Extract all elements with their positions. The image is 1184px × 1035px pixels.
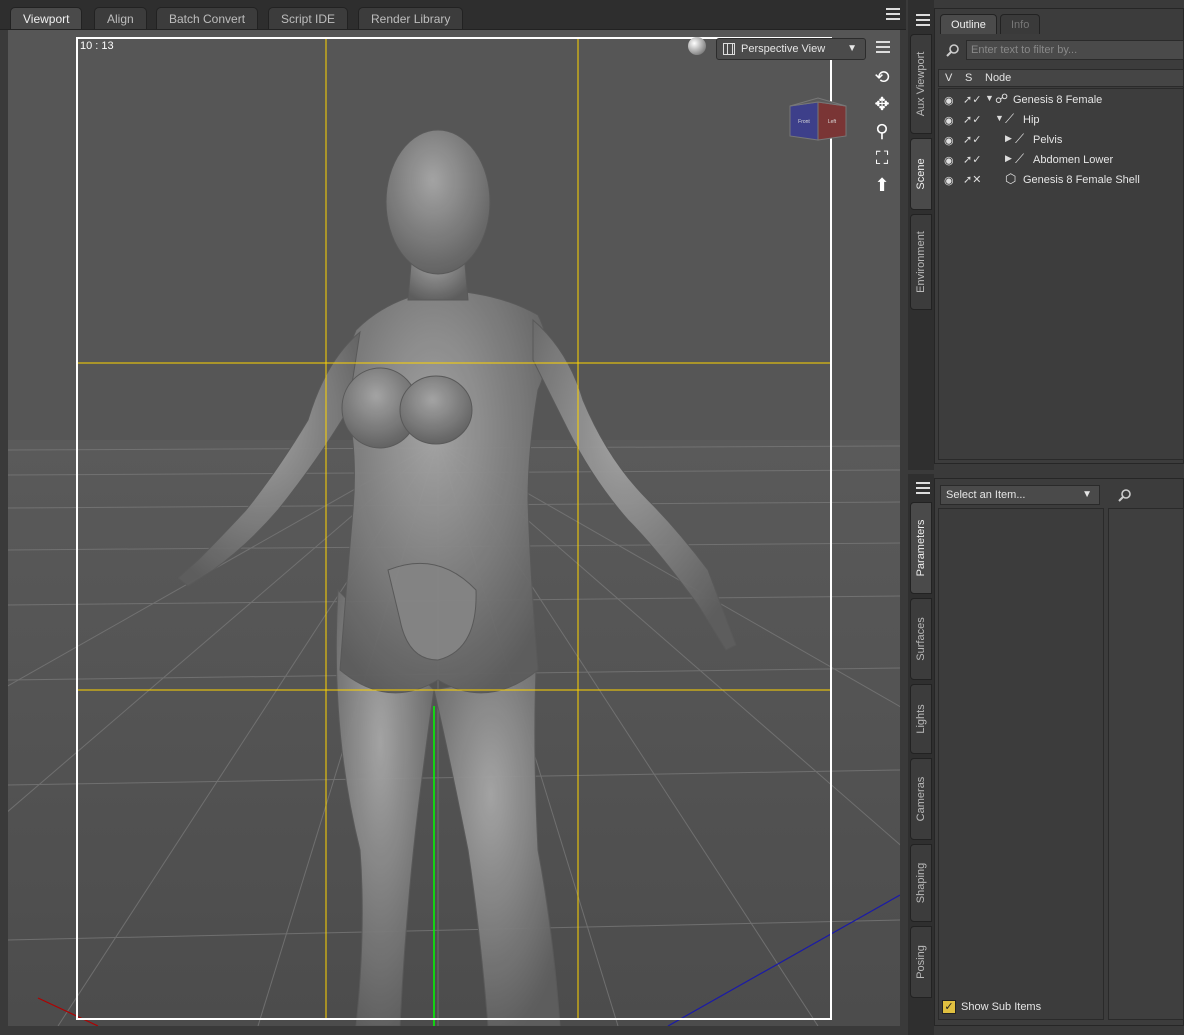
- cursor-check-icon[interactable]: ➚✓: [963, 113, 981, 126]
- show-sub-items-checkbox[interactable]: ✓: [942, 1000, 956, 1014]
- eye-icon[interactable]: ◉: [944, 174, 954, 187]
- tab-environment[interactable]: Environment: [910, 214, 932, 310]
- bone-icon: ⟋: [1015, 131, 1025, 146]
- tree-row[interactable]: ◉ ➚✓ ▶ ⟋ Abdomen Lower: [939, 150, 1183, 170]
- expand-triangle-icon[interactable]: ▼: [995, 113, 1004, 123]
- tree-row[interactable]: ◉ ➚✓ ▶ ⟋ Pelvis: [939, 130, 1183, 150]
- chevron-down-icon: ▼: [1082, 489, 1092, 500]
- frame-icon[interactable]: ⛶: [870, 147, 894, 169]
- render-frame: [76, 37, 832, 1020]
- tab-scene-label: Scene: [915, 158, 927, 190]
- cursor-check-icon[interactable]: ➚✓: [963, 93, 981, 106]
- cube-face-front: Front: [798, 119, 810, 125]
- search-icon: [946, 44, 959, 57]
- node-label: Abdomen Lower: [1033, 154, 1114, 166]
- tab-script-ide[interactable]: Script IDE: [268, 7, 349, 29]
- tab-lights[interactable]: Lights: [910, 684, 932, 754]
- tab-shaping-label: Shaping: [915, 862, 927, 904]
- tab-surfaces-label: Surfaces: [915, 617, 927, 661]
- node-label: Genesis 8 Female: [1013, 94, 1103, 106]
- node-label: Genesis 8 Female Shell: [1023, 174, 1140, 186]
- tab-parameters-label: Parameters: [915, 519, 927, 577]
- tab-scene[interactable]: Scene: [910, 138, 932, 210]
- tab-render-library[interactable]: Render Library: [358, 7, 464, 29]
- tab-surfaces[interactable]: Surfaces: [910, 598, 932, 680]
- view-cube[interactable]: Front Left: [788, 96, 852, 144]
- eye-icon[interactable]: ◉: [944, 94, 954, 107]
- eye-icon[interactable]: ◉: [944, 114, 954, 127]
- figure-icon: ☍: [995, 91, 1009, 106]
- tab-posing-label: Posing: [915, 945, 927, 979]
- top-tab-bar: Viewport Align Batch Convert Script IDE …: [0, 0, 906, 30]
- pan-icon[interactable]: ✥: [870, 93, 894, 115]
- chevron-down-icon: ▼: [847, 43, 857, 54]
- bone-icon: ⟋: [1005, 111, 1015, 126]
- tab-posing[interactable]: Posing: [910, 926, 932, 998]
- item-select-label: Select an Item...: [946, 489, 1026, 501]
- column-node[interactable]: Node: [985, 72, 1011, 84]
- reset-icon[interactable]: ⬆: [870, 174, 894, 196]
- tree-row[interactable]: ◉ ➚✕ ⬡ Genesis 8 Female Shell: [939, 170, 1183, 190]
- collapse-triangle-icon[interactable]: ▶: [1005, 133, 1012, 144]
- tab-environment-label: Environment: [915, 231, 927, 293]
- cursor-check-icon[interactable]: ➚✓: [963, 133, 981, 146]
- aspect-ratio-label: 10 : 13: [80, 40, 114, 52]
- show-sub-items-label: Show Sub Items: [961, 1001, 1042, 1013]
- cursor-x-icon[interactable]: ➚✕: [963, 173, 981, 186]
- column-selectable[interactable]: S: [965, 72, 972, 84]
- tab-cameras[interactable]: Cameras: [910, 758, 932, 840]
- scene-tree: ◉ ➚✓ ▼ ☍ Genesis 8 Female ◉ ➚✓ ▼ ⟋ Hip ◉…: [938, 88, 1184, 460]
- collapse-triangle-icon[interactable]: ▶: [1005, 153, 1012, 164]
- node-label: Hip: [1023, 114, 1040, 126]
- bone-icon: ⟋: [1015, 151, 1025, 166]
- tab-align[interactable]: Align: [94, 7, 147, 29]
- eye-icon[interactable]: ◉: [944, 134, 954, 147]
- tree-row[interactable]: ◉ ➚✓ ▼ ☍ Genesis 8 Female: [939, 90, 1183, 110]
- cursor-check-icon[interactable]: ➚✓: [963, 153, 981, 166]
- orbit-icon[interactable]: ⟲: [870, 66, 894, 88]
- column-visible[interactable]: V: [945, 72, 952, 84]
- shell-icon: ⬡: [1005, 171, 1017, 186]
- viewport-menu-icon[interactable]: [876, 41, 890, 53]
- scene-pane-menu-icon[interactable]: [916, 14, 930, 26]
- tab-batch-convert[interactable]: Batch Convert: [156, 7, 259, 29]
- zoom-icon[interactable]: ⚲: [870, 120, 894, 142]
- tab-viewport[interactable]: Viewport: [10, 7, 83, 29]
- top-side-tab-strip: Aux Viewport Scene Environment: [908, 0, 934, 470]
- subtab-outline[interactable]: Outline: [940, 14, 997, 34]
- view-grid-icon: [723, 43, 735, 55]
- view-selector-dropdown[interactable]: Perspective View ▼: [716, 38, 866, 60]
- parameter-groups-list: [938, 508, 1104, 1020]
- tabbar-menu-icon[interactable]: [886, 8, 900, 20]
- tab-aux-viewport-label: Aux Viewport: [915, 51, 927, 117]
- navigation-tools: ⟲ ✥ ⚲ ⛶ ⬆: [870, 66, 896, 201]
- tab-cameras-label: Cameras: [915, 776, 927, 822]
- tab-aux-viewport[interactable]: Aux Viewport: [910, 34, 932, 134]
- eye-icon[interactable]: ◉: [944, 154, 954, 167]
- item-select-dropdown[interactable]: Select an Item... ▼: [940, 485, 1100, 505]
- parameter-properties-list: [1108, 508, 1184, 1020]
- parameters-pane-menu-icon[interactable]: [916, 482, 930, 494]
- bottom-side-tab-strip: Parameters Surfaces Lights Cameras Shapi…: [908, 474, 934, 1035]
- tab-shaping[interactable]: Shaping: [910, 844, 932, 922]
- scene-filter-input[interactable]: Enter text to filter by...: [966, 40, 1184, 60]
- search-icon[interactable]: [1118, 488, 1132, 502]
- tab-lights-label: Lights: [915, 704, 927, 734]
- app-window: Viewport Align Batch Convert Script IDE …: [0, 0, 1184, 1035]
- tab-parameters[interactable]: Parameters: [910, 502, 932, 594]
- scene-column-header: V S Node: [938, 69, 1184, 87]
- expand-triangle-icon[interactable]: ▼: [985, 93, 994, 103]
- viewport[interactable]: [8, 30, 900, 1026]
- cube-face-left: Left: [828, 119, 837, 125]
- view-selector-label: Perspective View: [741, 43, 826, 55]
- draw-style-sphere-icon[interactable]: [688, 37, 706, 55]
- tree-row[interactable]: ◉ ➚✓ ▼ ⟋ Hip: [939, 110, 1183, 130]
- node-label: Pelvis: [1033, 134, 1063, 146]
- subtab-info[interactable]: Info: [1000, 14, 1041, 34]
